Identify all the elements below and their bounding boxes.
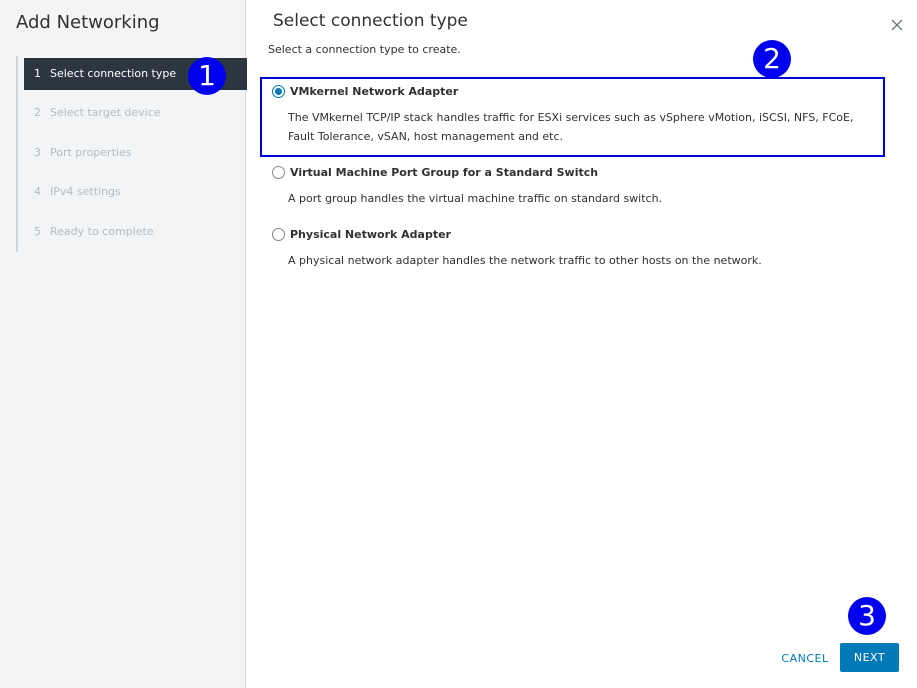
cancel-button[interactable]: CANCEL — [770, 644, 840, 672]
step-label: Port properties — [50, 146, 132, 159]
step-number: 5 — [34, 225, 41, 238]
wizard-step-4: 4 IPv4 settings — [18, 176, 247, 208]
option-label: VMkernel Network Adapter — [290, 85, 459, 98]
radio-physical-adapter[interactable] — [272, 228, 285, 241]
radio-vmkernel-adapter[interactable] — [272, 85, 285, 98]
step-label: Select target device — [50, 106, 161, 119]
option-description: The VMkernel TCP/IP stack handles traffi… — [288, 111, 854, 143]
radio-vm-port-group[interactable] — [272, 166, 285, 179]
option-description: A physical network adapter handles the n… — [288, 254, 762, 267]
option-description: A port group handles the virtual machine… — [288, 192, 663, 205]
wizard-step-5: 5 Ready to complete — [18, 216, 247, 248]
callout-marker-2: 2 — [753, 40, 791, 78]
dialog-content: Select connection type Select a connecti… — [246, 0, 917, 688]
close-icon[interactable] — [890, 17, 904, 31]
step-number: 4 — [34, 185, 41, 198]
option-physical-adapter[interactable]: Physical Network Adapter A physical netw… — [272, 228, 872, 270]
step-label: Ready to complete — [50, 225, 154, 238]
wizard-step-2: 2 Select target device — [18, 97, 247, 129]
callout-marker-1: 1 — [188, 57, 226, 95]
next-button[interactable]: NEXT — [840, 643, 899, 672]
option-label: Physical Network Adapter — [290, 228, 451, 241]
wizard-step-3: 3 Port properties — [18, 137, 247, 169]
step-number: 3 — [34, 146, 41, 159]
dialog-title: Select connection type — [273, 11, 468, 31]
wizard-title: Add Networking — [16, 12, 160, 33]
step-label: IPv4 settings — [50, 185, 121, 198]
wizard-sidebar: Add Networking 1 Select connection type 2… — [0, 0, 247, 688]
option-vmkernel-adapter[interactable]: VMkernel Network Adapter The VMkernel TC… — [272, 85, 872, 146]
step-number: 2 — [34, 106, 41, 119]
callout-marker-3: 3 — [848, 597, 886, 635]
dialog-subtitle: Select a connection type to create. — [268, 43, 461, 56]
option-vm-port-group[interactable]: Virtual Machine Port Group for a Standar… — [272, 166, 872, 208]
step-number: 1 — [34, 67, 41, 80]
step-label: Select connection type — [50, 67, 177, 80]
option-label: Virtual Machine Port Group for a Standar… — [290, 166, 599, 179]
